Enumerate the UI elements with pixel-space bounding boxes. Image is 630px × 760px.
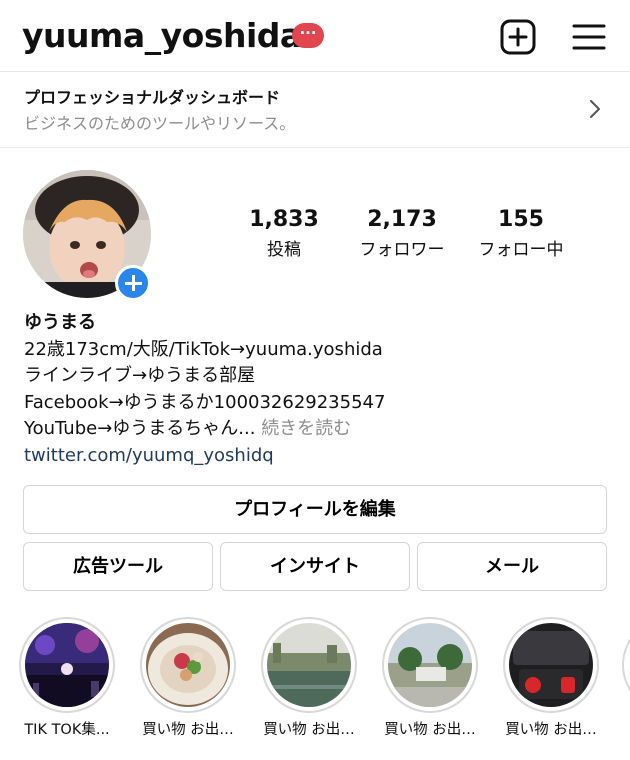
following-count[interactable]: 155 フォロー中	[466, 207, 576, 260]
story-highlight[interactable]: 買い物 お出…	[259, 617, 359, 738]
highlight-cover	[509, 623, 593, 707]
posts-number: 1,833	[249, 207, 319, 232]
following-number: 155	[498, 207, 544, 232]
followers-count[interactable]: 2,173 フォロワー	[346, 207, 458, 260]
story-highlight[interactable]: TIK TOK集...	[17, 617, 117, 738]
highlight-label: TIK TOK集...	[24, 722, 110, 738]
highlight-cover	[388, 623, 472, 707]
highlight-ring	[19, 617, 115, 713]
highlight-cover	[267, 623, 351, 707]
highlight-cover	[25, 623, 109, 707]
profile-bio: ゆうまる 22歳173cm/大阪/TikTok→yuuma.yoshida ライ…	[24, 310, 614, 469]
dashboard-title: プロフェッショナルダッシュボード	[24, 88, 281, 107]
story-highlight[interactable]: 買い物 お出…	[380, 617, 480, 738]
mail-button[interactable]: メール	[417, 542, 607, 591]
following-label: フォロー中	[478, 240, 564, 260]
add-story-button[interactable]	[115, 265, 151, 301]
highlight-label: 買い物 お出…	[384, 722, 476, 738]
dashboard-subtitle: ビジネスのためのツールやリソース。	[24, 114, 296, 133]
highlight-ring	[503, 617, 599, 713]
bio-external-link[interactable]: twitter.com/yuumq_yoshidq	[24, 443, 614, 470]
story-highlight[interactable]: 買い物 お出…	[501, 617, 601, 738]
bio-line: 22歳173cm/大阪/TikTok→yuuma.yoshida	[24, 338, 383, 360]
username[interactable]: yuuma_yoshida	[22, 16, 302, 55]
highlight-label: 買い物 お出…	[263, 722, 355, 738]
story-highlight[interactable]: 買い物 お出…	[138, 617, 238, 738]
chevron-right-icon	[590, 100, 600, 118]
ad-tools-button[interactable]: 広告ツール	[23, 542, 213, 591]
posts-count[interactable]: 1,833 投稿	[238, 207, 330, 260]
professional-dashboard-link[interactable]: プロフェッショナルダッシュボード ビジネスのためのツールやリソース。	[0, 72, 630, 148]
plus-square-icon[interactable]	[500, 19, 536, 55]
highlight-ring	[382, 617, 478, 713]
followers-label: フォロワー	[359, 240, 445, 260]
highlight-label: 買い物 お出…	[142, 722, 234, 738]
bio-line-with-more: YouTube→ゆうまるちゃん... 続きを読む	[24, 416, 614, 443]
read-more-link[interactable]: 続きを読む	[261, 418, 351, 439]
profile-header: yuuma_yoshida ···	[0, 0, 630, 72]
story-highlight[interactable]: TI	[622, 617, 630, 713]
highlight-ring	[140, 617, 236, 713]
hamburger-menu-icon[interactable]	[572, 22, 606, 52]
bio-line: ラインライブ→ゆうまる部屋	[24, 365, 256, 386]
insights-button[interactable]: インサイト	[220, 542, 410, 591]
notification-badge[interactable]: ···	[292, 23, 324, 48]
bio-line: Facebook→ゆうまるか100032629235547	[24, 391, 386, 413]
display-name: ゆうまる	[24, 312, 96, 333]
edit-profile-button[interactable]: プロフィールを編集	[23, 485, 607, 534]
bio-line: YouTube→ゆうまるちゃん...	[24, 418, 256, 439]
highlight-cover	[146, 623, 230, 707]
highlight-label: 買い物 お出…	[505, 722, 597, 738]
followers-number: 2,173	[367, 207, 437, 232]
posts-label: 投稿	[267, 240, 301, 260]
highlight-ring	[261, 617, 357, 713]
highlight-ring	[622, 617, 630, 713]
